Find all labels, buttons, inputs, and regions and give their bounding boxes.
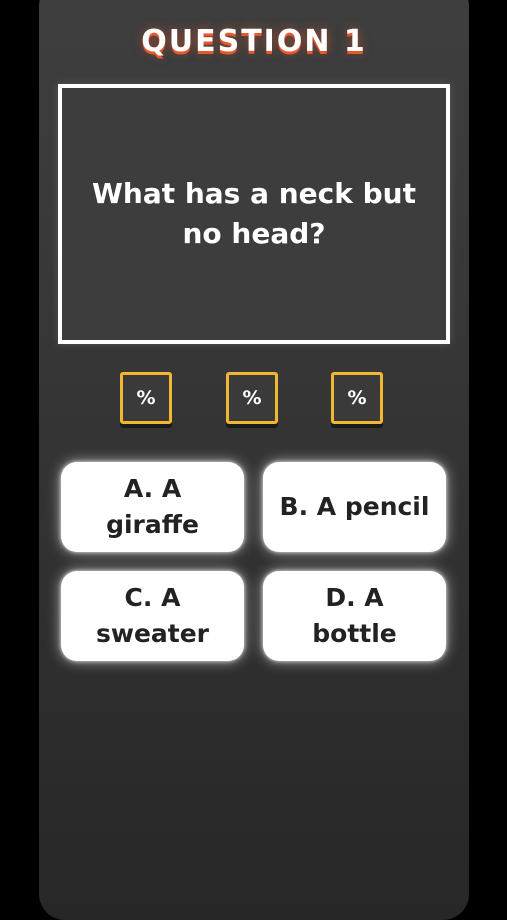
question-text: What has a neck but no head? xyxy=(92,177,416,250)
answer-a-label-line2: giraffe xyxy=(106,510,199,539)
lifeline-button-1[interactable]: % xyxy=(120,372,172,424)
answer-c-button[interactable]: C. A sweater xyxy=(61,571,244,661)
percent-icon: % xyxy=(136,387,156,409)
answer-c-label-line1: C. A xyxy=(124,583,181,612)
question-panel: What has a neck but no head? xyxy=(58,84,450,344)
answer-a-label-line1: A. A xyxy=(123,474,182,503)
percent-icon: % xyxy=(347,387,367,409)
question-title: QUESTION 1 xyxy=(141,24,367,59)
answer-d-label-line2: bottle xyxy=(312,619,397,648)
answer-b-label-line1: B. A pencil xyxy=(279,492,430,521)
answer-d-label-line1: D. A xyxy=(325,583,384,612)
answer-b-button[interactable]: B. A pencil xyxy=(263,462,446,552)
percent-icon: % xyxy=(242,387,262,409)
answer-d-button[interactable]: D. A bottle xyxy=(263,571,446,661)
lifeline-button-3[interactable]: % xyxy=(331,372,383,424)
answer-c-label-line2: sweater xyxy=(95,619,210,648)
answer-a-button[interactable]: A. A giraffe xyxy=(61,462,244,552)
lifeline-button-2[interactable]: % xyxy=(226,372,278,424)
